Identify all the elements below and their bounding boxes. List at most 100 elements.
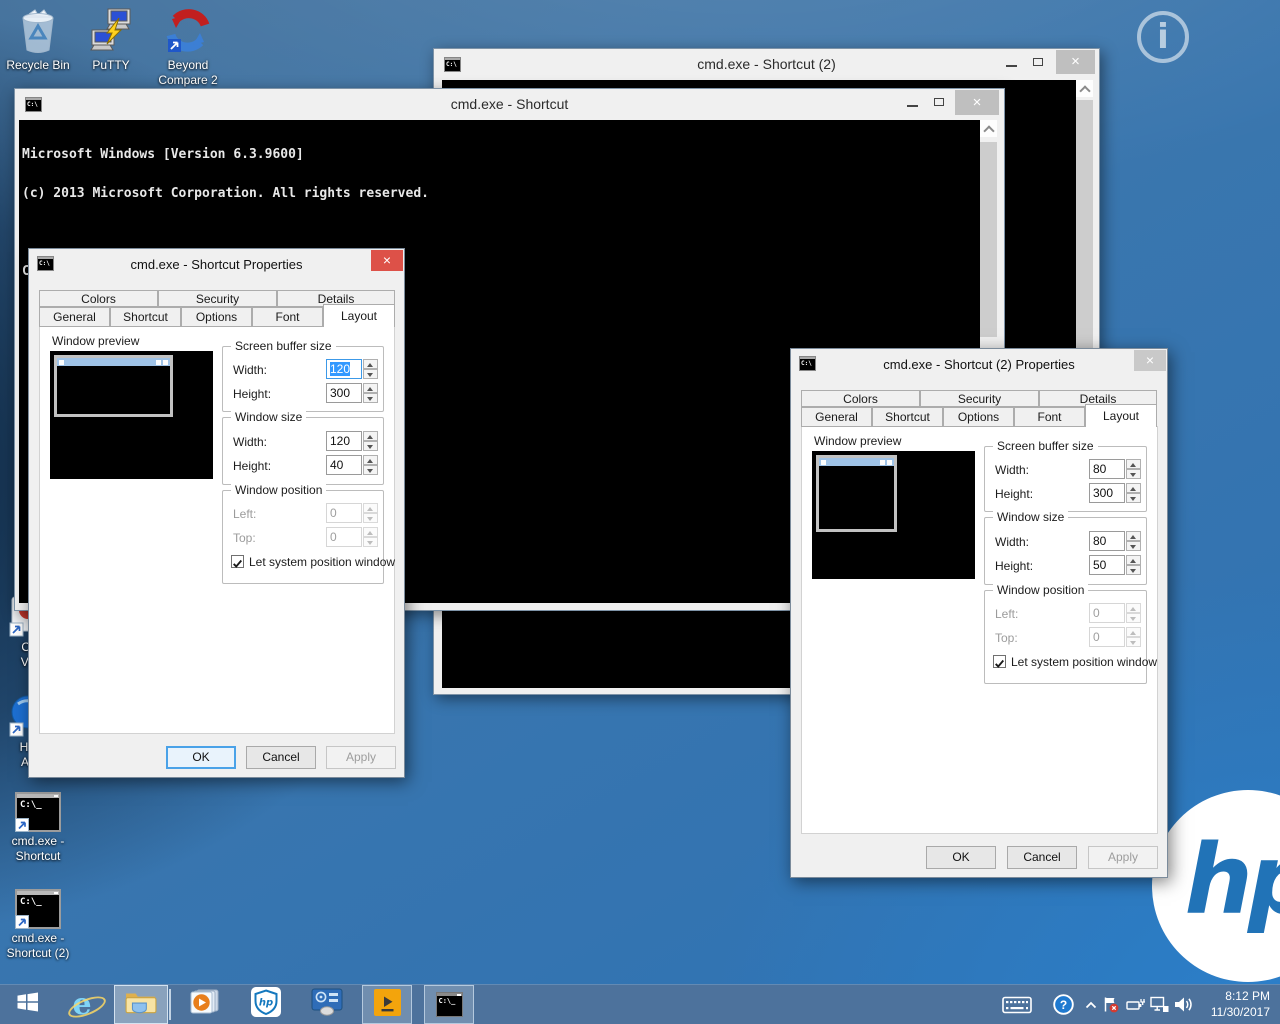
spin-up-icon[interactable] [363,359,378,369]
spin-down-icon[interactable] [363,513,378,523]
desktop-icon-label: cmd.exe - [12,931,65,945]
tab-layout[interactable]: Layout [323,304,395,327]
apply-button[interactable]: Apply [326,746,396,769]
taskbar-file-explorer[interactable] [114,985,168,1024]
maximize-button[interactable] [1033,58,1043,66]
spin-down-icon[interactable] [1126,493,1141,503]
ok-button[interactable]: OK [926,846,996,869]
spin-down-icon[interactable] [1126,637,1141,647]
tab-security[interactable]: Security [158,290,277,307]
taskbar-command-prompt[interactable]: C:\_ [424,985,474,1024]
spin-down-icon[interactable] [363,537,378,547]
position-top-spinner[interactable]: 0 [1089,627,1141,647]
cancel-button[interactable]: Cancel [246,746,316,769]
spin-down-icon[interactable] [363,465,378,475]
spin-up-icon[interactable] [1126,603,1141,613]
taskbar-control-panel[interactable] [302,985,352,1024]
tab-general[interactable]: General [39,307,110,327]
desktop-icon-recycle-bin[interactable]: Recycle Bin [0,6,76,73]
spin-up-icon[interactable] [1126,459,1141,469]
let-system-position-checkbox[interactable] [993,655,1006,668]
taskbar-clock[interactable]: 8:12 PM 11/30/2017 [1211,988,1270,1020]
tab-shortcut[interactable]: Shortcut [872,407,943,427]
spin-up-icon[interactable] [1126,531,1141,541]
spin-down-icon[interactable] [1126,613,1141,623]
spin-down-icon[interactable] [1126,469,1141,479]
network-icon[interactable] [1148,985,1170,1024]
spin-up-icon[interactable] [363,503,378,513]
close-button[interactable]: × [1056,50,1095,74]
taskbar-media-player[interactable] [180,985,228,1024]
maximize-button[interactable] [934,98,944,106]
titlebar[interactable]: cmd.exe - Shortcut (2) × [434,49,1099,80]
desktop-icon-beyond-compare[interactable]: Beyond Compare 2 [150,6,226,88]
position-left-spinner[interactable]: 0 [326,503,378,523]
action-center-flag-icon[interactable] [1100,985,1120,1024]
minimize-button[interactable] [907,105,918,107]
spin-down-icon[interactable] [1126,565,1141,575]
buffer-height-spinner[interactable]: 300 [1089,483,1141,503]
start-button[interactable] [6,985,48,1024]
volume-icon[interactable] [1172,985,1196,1024]
desktop-icon-cmd-shortcut-2[interactable]: C:\_ cmd.exe - Shortcut (2) [0,889,76,961]
tab-colors[interactable]: Colors [39,290,158,307]
spin-up-icon[interactable] [363,527,378,537]
tab-shortcut[interactable]: Shortcut [110,307,181,327]
let-system-position-checkbox[interactable] [231,555,244,568]
scroll-up-arrow[interactable] [980,120,997,137]
spin-down-icon[interactable] [363,393,378,403]
spin-up-icon[interactable] [1126,483,1141,493]
buffer-width-spinner[interactable]: 120 [326,359,378,379]
apply-button[interactable]: Apply [1088,846,1158,869]
spin-up-icon[interactable] [1126,627,1141,637]
close-button[interactable]: × [955,90,999,115]
desktop-icon-label: PuTTY [92,58,129,72]
spin-down-icon[interactable] [363,369,378,379]
tab-font[interactable]: Font [252,307,323,327]
tab-colors[interactable]: Colors [801,390,920,407]
touch-keyboard-icon[interactable] [995,985,1039,1024]
size-width-spinner[interactable]: 120 [326,431,378,451]
minimize-button[interactable] [1006,65,1017,67]
cancel-button[interactable]: Cancel [1007,846,1077,869]
tab-layout[interactable]: Layout [1085,404,1157,427]
position-top-spinner[interactable]: 0 [326,527,378,547]
tab-options[interactable]: Options [943,407,1014,427]
putty-icon [88,6,134,56]
show-hidden-icons-chevron[interactable] [1082,985,1100,1024]
scroll-up-arrow[interactable] [1076,80,1093,97]
spin-up-icon[interactable] [1126,555,1141,565]
scrollbar-thumb[interactable] [1076,100,1093,370]
spin-up-icon[interactable] [363,455,378,465]
spin-up-icon[interactable] [363,431,378,441]
size-width-spinner[interactable]: 80 [1089,531,1141,551]
clock-date: 11/30/2017 [1211,1004,1270,1020]
close-icon[interactable]: × [371,250,403,271]
tab-options[interactable]: Options [181,307,252,327]
size-height-spinner[interactable]: 40 [326,455,378,475]
checkbox-label: Let system position window [249,555,395,569]
help-icon[interactable]: ? [1048,985,1078,1024]
buffer-width-spinner[interactable]: 80 [1089,459,1141,479]
taskbar-bing-video[interactable] [362,985,412,1024]
titlebar[interactable]: cmd.exe - Shortcut × [15,89,1004,120]
scrollbar-thumb[interactable] [980,142,997,337]
desktop-icon-label: Compare 2 [158,73,217,87]
tab-security[interactable]: Security [920,390,1039,407]
tab-general[interactable]: General [801,407,872,427]
spin-down-icon[interactable] [363,441,378,451]
desktop-icon-putty[interactable]: PuTTY [74,6,148,73]
spin-up-icon[interactable] [363,383,378,393]
buffer-height-spinner[interactable]: 300 [326,383,378,403]
tab-font[interactable]: Font [1014,407,1085,427]
power-plug-icon[interactable] [1124,985,1146,1024]
spin-down-icon[interactable] [1126,541,1141,551]
close-icon[interactable]: × [1134,350,1166,371]
size-height-spinner[interactable]: 50 [1089,555,1141,575]
desktop-icon-cmd-shortcut[interactable]: C:\_ cmd.exe - Shortcut [0,792,76,864]
ok-button[interactable]: OK [166,746,236,769]
control-panel-icon [310,988,344,1021]
position-left-spinner[interactable]: 0 [1089,603,1141,623]
taskbar-hp-support[interactable]: hp [242,985,290,1024]
taskbar-internet-explorer[interactable]: e [58,985,106,1024]
